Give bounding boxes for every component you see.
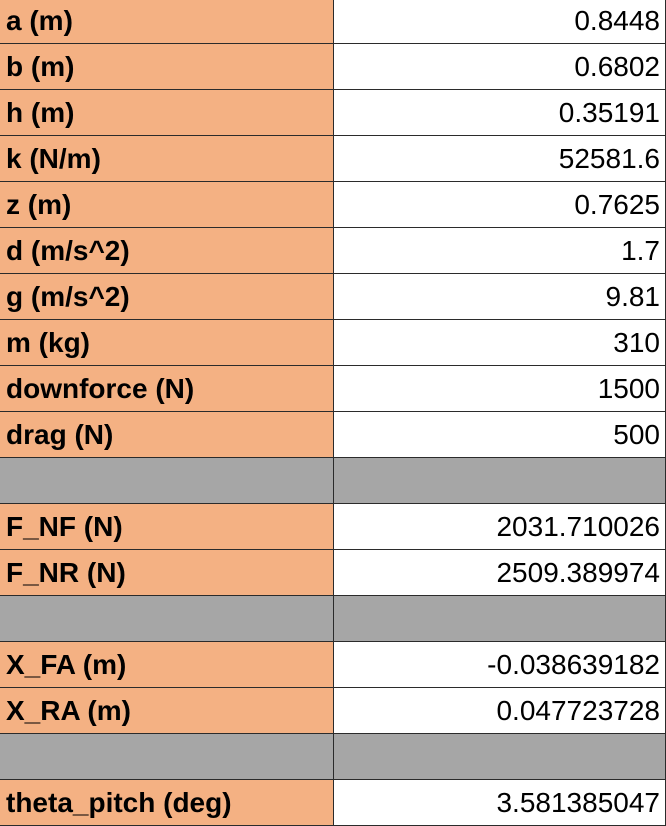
label-cell-f-nf[interactable]: F_NF (N) [0,504,334,550]
spreadsheet: a (m) 0.8448 b (m) 0.6802 h (m) 0.35191 … [0,0,666,826]
label-cell-g[interactable]: g (m/s^2) [0,274,334,320]
label-cell-x-ra[interactable]: X_RA (m) [0,688,334,734]
table-row-h: h (m) 0.35191 [0,90,666,136]
blank-label-cell[interactable] [0,734,334,780]
value-cell-drag[interactable]: 500 [334,412,666,458]
value-cell-k[interactable]: 52581.6 [334,136,666,182]
table-row-g: g (m/s^2) 9.81 [0,274,666,320]
value-cell-theta-pitch[interactable]: 3.581385047 [334,780,666,826]
table-row-f-nf: F_NF (N) 2031.710026 [0,504,666,550]
label-cell-drag[interactable]: drag (N) [0,412,334,458]
table-row-d: d (m/s^2) 1.7 [0,228,666,274]
label-cell-a[interactable]: a (m) [0,0,334,44]
table-row-b: b (m) 0.6802 [0,44,666,90]
value-cell-f-nf[interactable]: 2031.710026 [334,504,666,550]
table-row-f-nr: F_NR (N) 2509.389974 [0,550,666,596]
label-cell-f-nr[interactable]: F_NR (N) [0,550,334,596]
label-cell-x-fa[interactable]: X_FA (m) [0,642,334,688]
value-cell-downforce[interactable]: 1500 [334,366,666,412]
blank-separator-row [0,458,666,504]
label-cell-k[interactable]: k (N/m) [0,136,334,182]
value-cell-x-ra[interactable]: 0.047723728 [334,688,666,734]
blank-label-cell[interactable] [0,596,334,642]
label-cell-downforce[interactable]: downforce (N) [0,366,334,412]
value-cell-m[interactable]: 310 [334,320,666,366]
label-cell-z[interactable]: z (m) [0,182,334,228]
value-cell-d[interactable]: 1.7 [334,228,666,274]
table-row-x-fa: X_FA (m) -0.038639182 [0,642,666,688]
value-cell-f-nr[interactable]: 2509.389974 [334,550,666,596]
label-cell-m[interactable]: m (kg) [0,320,334,366]
blank-separator-row [0,596,666,642]
table-row-a: a (m) 0.8448 [0,0,666,44]
table-row-z: z (m) 0.7625 [0,182,666,228]
label-cell-theta-pitch[interactable]: theta_pitch (deg) [0,780,334,826]
blank-label-cell[interactable] [0,458,334,504]
value-cell-z[interactable]: 0.7625 [334,182,666,228]
blank-separator-row [0,734,666,780]
value-cell-b[interactable]: 0.6802 [334,44,666,90]
label-cell-b[interactable]: b (m) [0,44,334,90]
blank-value-cell[interactable] [334,734,666,780]
value-cell-x-fa[interactable]: -0.038639182 [334,642,666,688]
label-cell-h[interactable]: h (m) [0,90,334,136]
table-row-theta-pitch: theta_pitch (deg) 3.581385047 [0,780,666,826]
table-row-x-ra: X_RA (m) 0.047723728 [0,688,666,734]
value-cell-g[interactable]: 9.81 [334,274,666,320]
table-row-m: m (kg) 310 [0,320,666,366]
label-cell-d[interactable]: d (m/s^2) [0,228,334,274]
value-cell-h[interactable]: 0.35191 [334,90,666,136]
value-cell-a[interactable]: 0.8448 [334,0,666,44]
table-row-downforce: downforce (N) 1500 [0,366,666,412]
blank-value-cell[interactable] [334,458,666,504]
table-row-drag: drag (N) 500 [0,412,666,458]
table-row-k: k (N/m) 52581.6 [0,136,666,182]
blank-value-cell[interactable] [334,596,666,642]
